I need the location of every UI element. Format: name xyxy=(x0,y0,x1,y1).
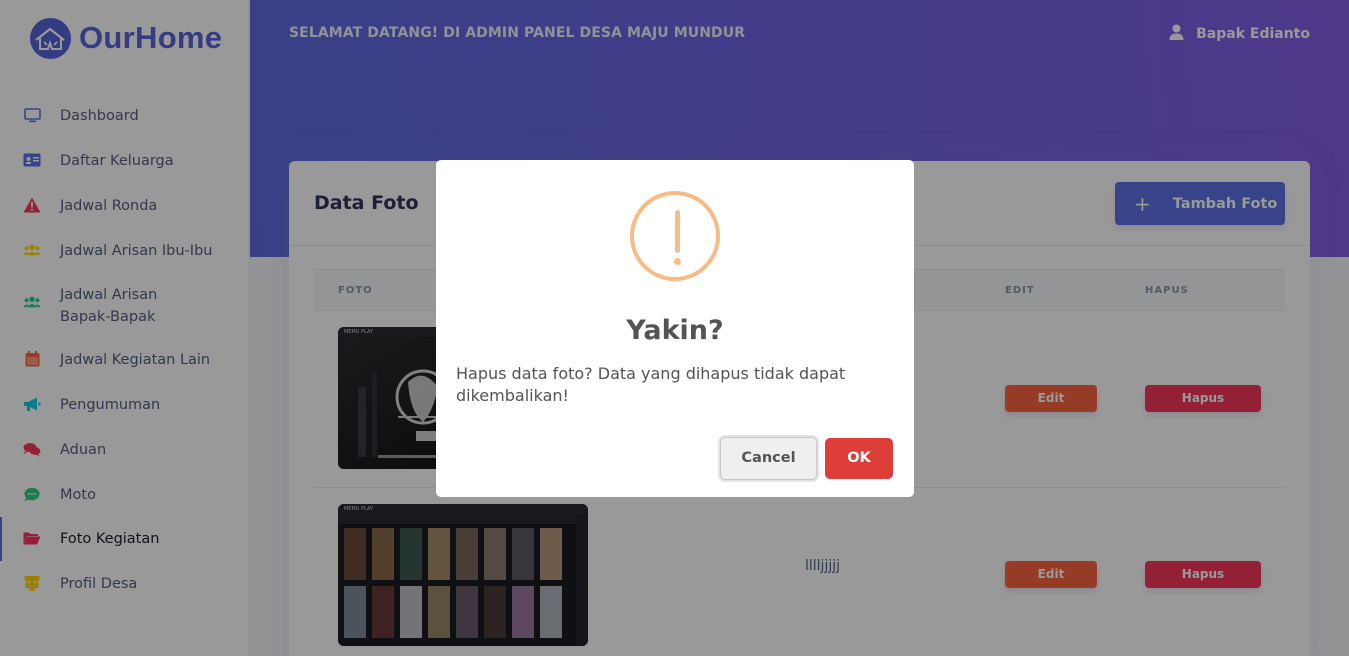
dialog-message: Hapus data foto? Data yang dihapus tidak… xyxy=(456,364,846,405)
ok-button[interactable]: OK xyxy=(825,438,893,479)
dialog-title: Yakin? xyxy=(626,315,724,346)
warning-mark xyxy=(675,210,680,253)
warning-circle-icon xyxy=(630,191,720,281)
cancel-button[interactable]: Cancel xyxy=(720,437,817,480)
confirm-dialog: Yakin? Hapus data foto? Data yang dihapu… xyxy=(436,160,914,497)
warning-dot xyxy=(674,258,681,265)
